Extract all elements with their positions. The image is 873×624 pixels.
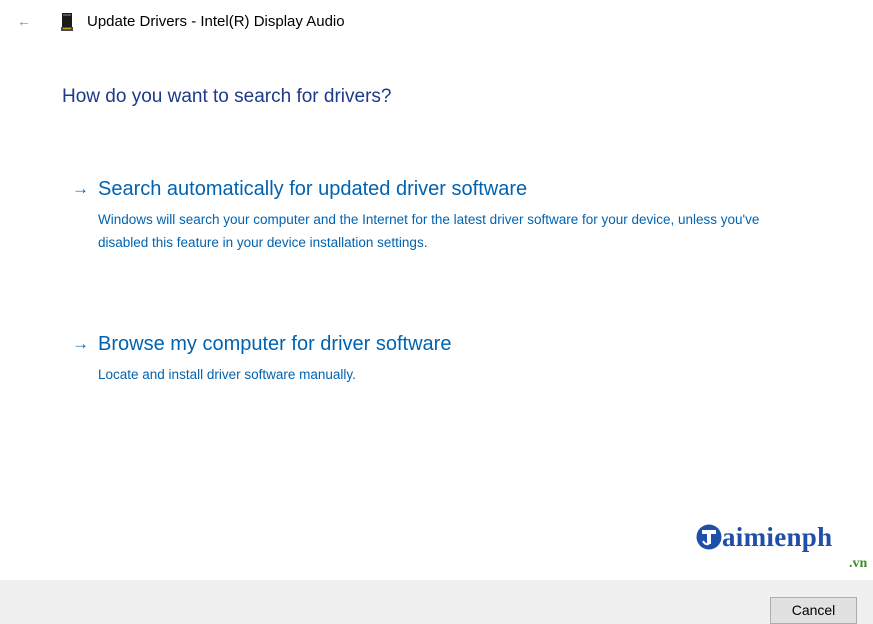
watermark-logo: aimienph .vn [696,522,873,576]
option-description: Windows will search your computer and th… [98,212,760,250]
watermark-domain: .vn [849,556,868,571]
option-title[interactable]: Browse my computer for driver software [98,331,451,357]
footer-bar: Cancel [0,580,873,624]
arrow-right-icon: → [72,179,89,198]
option-title-row: → Search automatically for updated drive… [72,176,792,202]
watermark-text: aimienph [722,522,833,552]
option-title-row: → Browse my computer for driver software [72,331,792,357]
option-title[interactable]: Search automatically for updated driver … [98,176,527,202]
arrow-right-icon: → [72,334,89,353]
title-bar: ← Update Drivers - Intel(R) Display Audi… [0,0,873,46]
cancel-button[interactable]: Cancel [770,597,857,624]
watermark-t-logo-icon [696,524,722,550]
browse-computer-option[interactable]: → Browse my computer for driver software… [72,331,792,386]
device-icon [61,13,73,31]
window-title: Update Drivers - Intel(R) Display Audio [87,13,345,30]
page-heading: How do you want to search for drivers? [62,86,392,107]
back-arrow-icon[interactable]: ← [14,11,34,31]
option-description: Locate and install driver software manua… [98,367,356,382]
search-automatically-option[interactable]: → Search automatically for updated drive… [72,176,792,254]
